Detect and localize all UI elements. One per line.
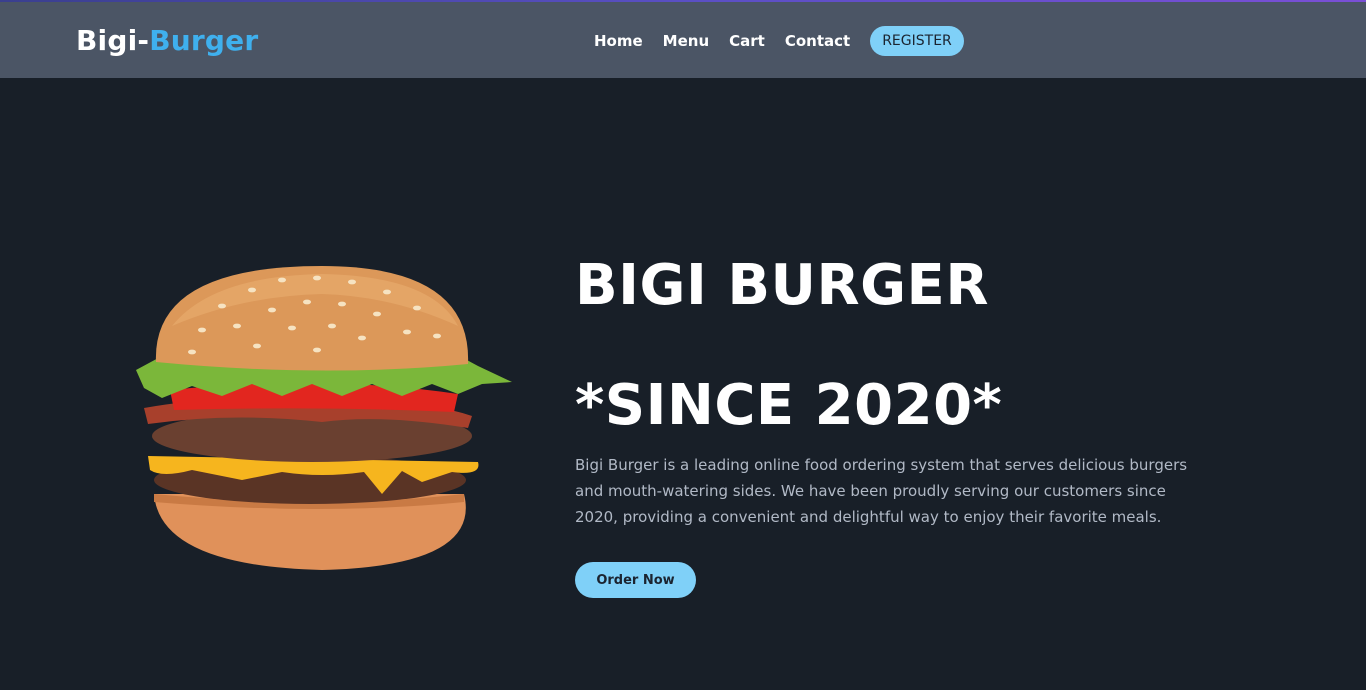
nav-home[interactable]: Home — [594, 32, 643, 50]
burger-image — [136, 266, 512, 570]
nav-contact[interactable]: Contact — [785, 32, 850, 50]
hero-section: BIGI BURGER *SINCE 2020* Bigi Burger is … — [0, 78, 1366, 690]
brand-logo[interactable]: Bigi-Burger — [76, 24, 258, 57]
nav-menu[interactable]: Menu — [663, 32, 709, 50]
hero-title: BIGI BURGER — [575, 253, 989, 318]
main-nav: Home Menu Cart Contact REGISTER — [594, 24, 964, 58]
navbar: Bigi-Burger Home Menu Cart Contact REGIS… — [0, 2, 1366, 78]
brand-accent-text: Burger — [149, 24, 259, 57]
nav-cart[interactable]: Cart — [729, 32, 765, 50]
order-now-button[interactable]: Order Now — [575, 562, 696, 598]
hero-description: Bigi Burger is a leading online food ord… — [575, 456, 1188, 526]
hero-subtitle: *SINCE 2020* — [575, 373, 1003, 438]
brand-main-text: Bigi- — [76, 24, 150, 57]
register-button[interactable]: REGISTER — [870, 26, 964, 56]
